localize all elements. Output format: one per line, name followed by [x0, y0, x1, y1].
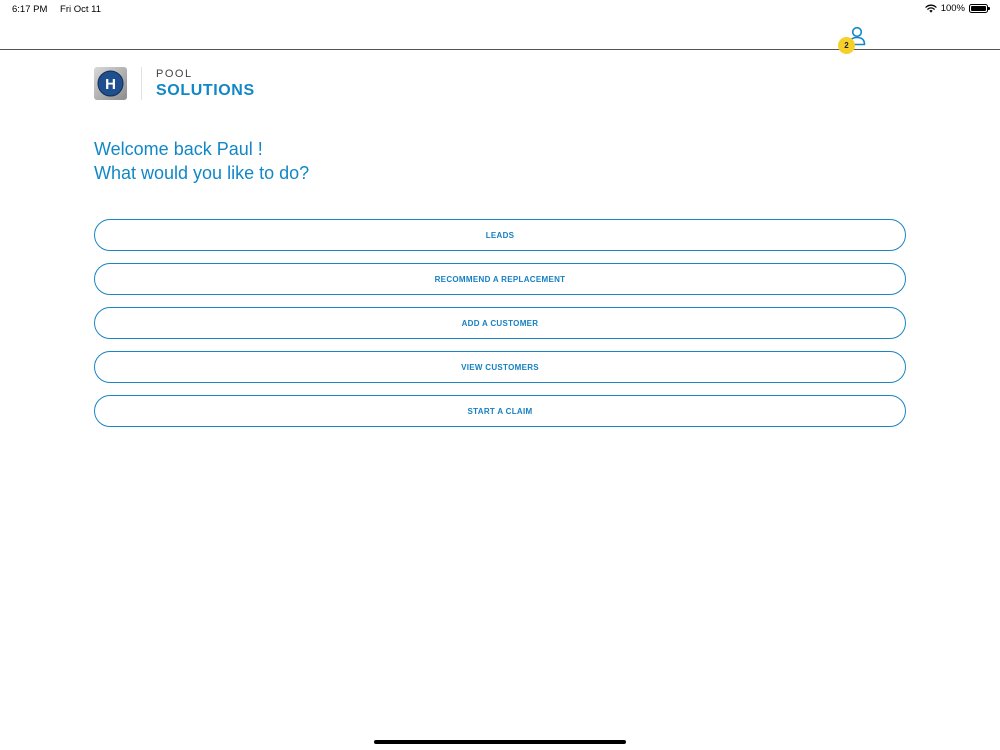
- recommend-replacement-button[interactable]: RECOMMEND A REPLACEMENT: [94, 263, 906, 295]
- battery-percent: 100%: [940, 3, 965, 14]
- welcome-prompt: What would you like to do?: [94, 163, 310, 183]
- welcome-message: Welcome back Paul ! What would you like …: [94, 137, 309, 185]
- top-navigation-bar: 2: [0, 18, 1000, 54]
- notification-badge[interactable]: 2: [838, 37, 855, 54]
- start-claim-button[interactable]: START A CLAIM: [94, 395, 906, 427]
- brand-logo: H POOL SOLUTIONS: [94, 67, 255, 100]
- add-customer-button[interactable]: ADD A CUSTOMER: [94, 307, 906, 339]
- battery-level-fill: [971, 6, 986, 11]
- welcome-greeting: Welcome back Paul !: [94, 139, 263, 159]
- brand-bottom-text: SOLUTIONS: [156, 81, 255, 99]
- logo-letter: H: [105, 76, 116, 93]
- view-customers-button[interactable]: VIEW CUSTOMERS: [94, 351, 906, 383]
- home-indicator[interactable]: [374, 740, 626, 744]
- brand-top-text: POOL: [156, 67, 193, 80]
- status-time: 6:17 PM: [12, 4, 48, 15]
- status-bar: 6:17 PM Fri Oct 11 100%: [0, 0, 1000, 18]
- battery-icon: [969, 4, 990, 13]
- status-date: Fri Oct 11: [60, 4, 102, 15]
- leads-button[interactable]: LEADS: [94, 219, 906, 251]
- action-menu: LEADS RECOMMEND A REPLACEMENT ADD A CUST…: [94, 219, 906, 439]
- hayward-logo-icon: H: [94, 67, 127, 100]
- brand-name: POOL SOLUTIONS: [156, 67, 255, 99]
- wifi-icon: [925, 4, 937, 13]
- status-bar-right: 100%: [925, 3, 990, 14]
- logo-divider: [141, 67, 142, 100]
- logo-emblem: H: [97, 70, 124, 97]
- status-bar-left: 6:17 PM Fri Oct 11: [12, 4, 101, 15]
